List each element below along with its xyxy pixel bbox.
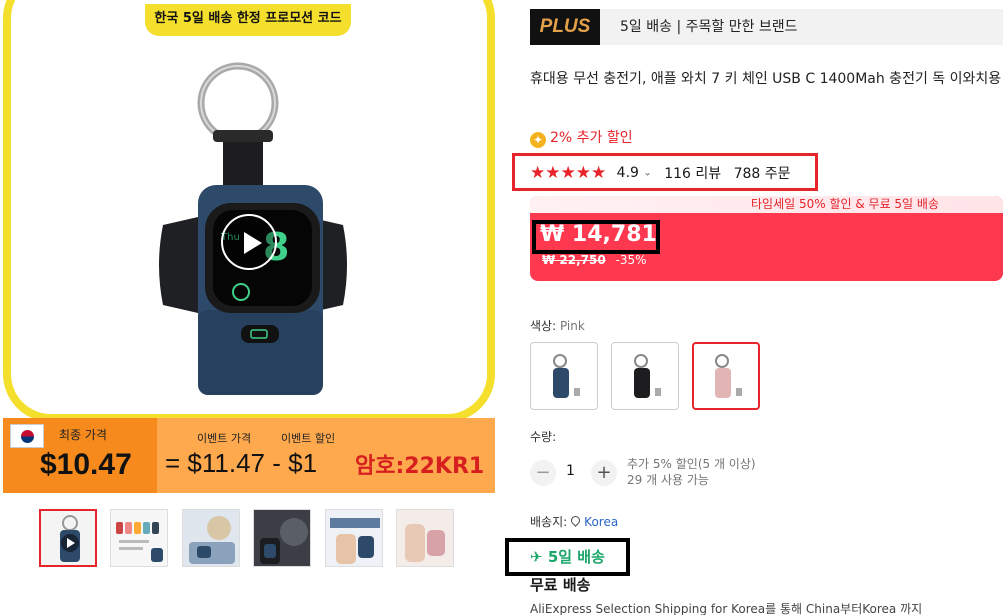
- final-price: $10.47: [40, 448, 132, 481]
- price-equation: = $11.47 - $1: [165, 448, 318, 478]
- thumbnail-image: [254, 510, 310, 566]
- final-price-panel: 최종 가격 $10.47: [3, 418, 157, 493]
- original-price-row: ₩ 22,750 -35%: [542, 253, 647, 267]
- color-swatch-black[interactable]: [611, 342, 679, 410]
- coupon-icon: ✦: [530, 132, 546, 148]
- color-label-row: 색상: Pink: [530, 317, 585, 334]
- quantity-input[interactable]: 1: [566, 463, 575, 479]
- color-value: Pink: [559, 319, 585, 333]
- plane-icon: ✈: [530, 548, 543, 566]
- rating-value[interactable]: 4.9: [617, 165, 639, 181]
- thumbnail-image: [326, 510, 382, 566]
- fast-delivery-badge: ✈ 5일 배송: [530, 546, 605, 567]
- free-shipping: 무료 배송: [530, 576, 591, 594]
- quantity-stepper: − 1 +: [530, 460, 620, 486]
- event-discount-label: 이벤트 할인: [281, 432, 336, 445]
- chevron-down-icon[interactable]: ⌄: [643, 168, 651, 179]
- location-pin-icon: [569, 514, 583, 527]
- order-count: 788 주문: [733, 166, 791, 182]
- price-highlight-box: [532, 220, 660, 254]
- color-swatch-navy[interactable]: [530, 342, 598, 410]
- bulk-discount-note: 추가 5% 할인(5 개 이상): [627, 457, 756, 471]
- rating-row: ★★★★★ 4.9 ⌄ 116 리뷰 788 주문: [530, 163, 791, 183]
- thumbnail-colors[interactable]: [110, 509, 168, 567]
- thumbnail-image: [111, 510, 167, 566]
- play-video-button[interactable]: [221, 214, 277, 270]
- color-swatch-pink[interactable]: [692, 342, 760, 410]
- thumbnail-image: [41, 511, 95, 565]
- thumbnail-video[interactable]: [39, 509, 97, 567]
- ship-to-country[interactable]: Korea: [584, 515, 618, 529]
- korea-flag-icon: [10, 424, 44, 448]
- final-price-label: 최종 가격: [59, 428, 107, 442]
- increment-button[interactable]: +: [591, 460, 617, 486]
- thumbnail-image: [397, 510, 453, 566]
- decrement-button[interactable]: −: [530, 460, 556, 486]
- fast-delivery-text: 5일 배송: [547, 548, 605, 566]
- swatch-image: [634, 354, 661, 398]
- ship-to-label: 배송지:: [530, 515, 568, 529]
- play-icon: [244, 232, 262, 254]
- quantity-label: 수량:: [530, 430, 557, 444]
- swatch-image: [715, 354, 742, 398]
- ship-to-row: 배송지: Korea: [530, 513, 618, 530]
- thumbnail-car[interactable]: [253, 509, 311, 567]
- extra-discount[interactable]: ✦ 2% 추가 할인: [530, 127, 633, 148]
- promo-tag: 한국 5일 배송 한정 프로모션 코드: [145, 4, 351, 36]
- thumbnail-hand[interactable]: [325, 509, 383, 567]
- product-info: PLUS 5일 배송 | 주목할 만한 브랜드 휴대용 무선 충전기, 애플 와…: [505, 0, 1003, 615]
- thumbnail-image: [183, 510, 239, 566]
- extra-discount-text: 2% 추가 할인: [550, 130, 633, 146]
- original-price: ₩ 22,750: [542, 253, 606, 267]
- available-stock: 29 개 사용 가능: [627, 473, 709, 487]
- event-price-label: 이벤트 가격: [197, 432, 252, 445]
- thumbnail-device[interactable]: [182, 509, 240, 567]
- shipping-description: AliExpress Selection Shipping for Korea를…: [530, 602, 923, 615]
- store-bar[interactable]: PLUS 5일 배송 | 주목할 만한 브랜드: [530, 9, 1003, 45]
- product-title: 휴대용 무선 충전기, 애플 와치 7 키 체인 USB C 1400Mah 충…: [530, 71, 1002, 87]
- thumbnail-pink[interactable]: [396, 509, 454, 567]
- promo-code: 암호:22KR1: [355, 454, 485, 479]
- product-gallery: 한국 5일 배송 한정 프로모션 코드 Thu 1 8 최종 가격 $10.47…: [0, 0, 500, 615]
- promo-price-banner: 최종 가격 $10.47 이벤트 가격 이벤트 할인 = $11.47 - $1…: [3, 418, 495, 493]
- store-tagline: 5일 배송 | 주목할 만한 브랜드: [620, 19, 798, 35]
- quantity-note: 추가 5% 할인(5 개 이상) 29 개 사용 가능: [627, 456, 756, 488]
- main-product-image[interactable]: 한국 5일 배송 한정 프로모션 코드 Thu 1 8 최종 가격 $10.47…: [3, 0, 495, 493]
- swatch-image: [553, 354, 580, 398]
- plus-logo: PLUS: [530, 9, 600, 45]
- time-sale-banner: 타임세일 50% 할인 & 무료 5일 배송: [530, 196, 1003, 213]
- star-rating-icon: ★★★★★: [530, 163, 607, 183]
- discount-percent: -35%: [615, 253, 647, 267]
- color-label: 색상:: [530, 319, 557, 333]
- review-count[interactable]: 116 리뷰: [664, 166, 721, 182]
